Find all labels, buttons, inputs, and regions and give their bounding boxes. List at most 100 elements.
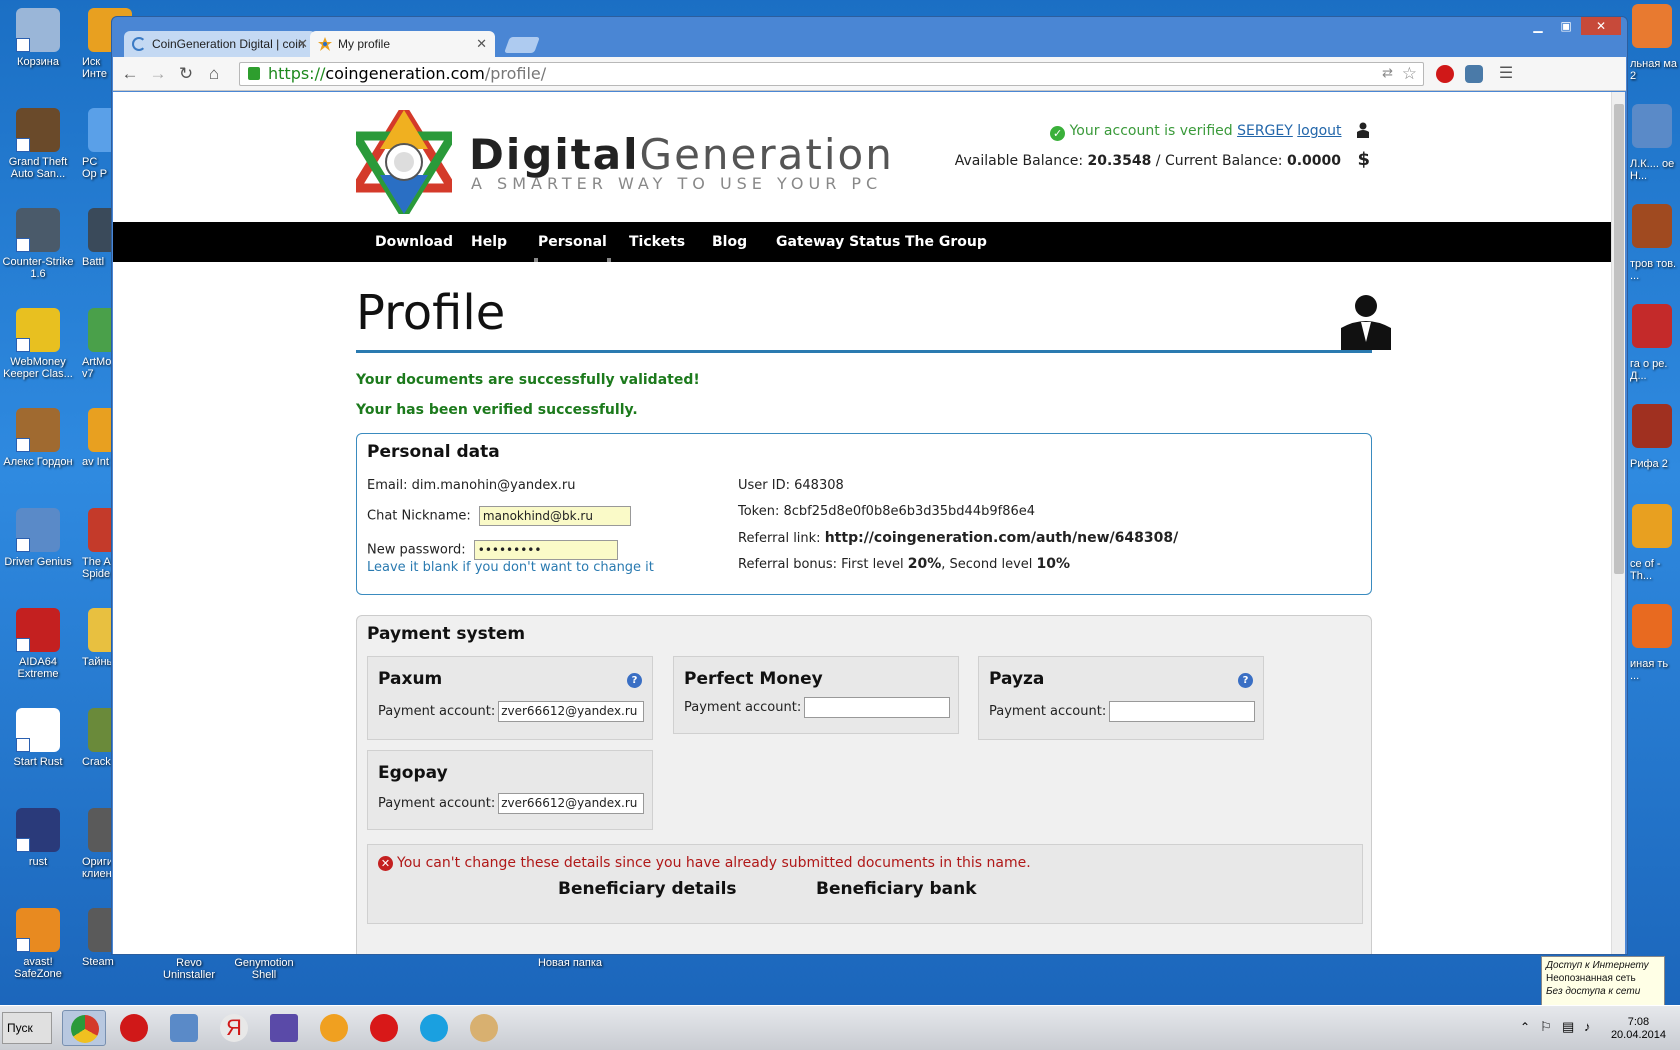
desktop-icon[interactable]: WebMoney Keeper Clas... [0,308,76,380]
paxum-box: Paxum ? Payment account: zver66612@yandex… [367,656,653,740]
desktop-app-icon[interactable] [1632,504,1672,548]
chat-nickname-input[interactable]: manokhind@bk.ru [478,506,631,526]
taskbar-app[interactable] [262,1010,306,1046]
nav-personal[interactable]: Personal [534,222,611,262]
lock-icon [248,67,260,80]
brand-tagline: A SMARTER WAY TO USE YOUR PC [471,174,883,193]
extension-icon[interactable] [1465,65,1483,83]
tray-expand-icon[interactable]: ⌃ [1520,1020,1530,1034]
taskbar-chrome[interactable] [62,1010,106,1046]
taskbar-mail[interactable] [312,1010,356,1046]
adblock-icon[interactable] [1436,65,1454,83]
desktop-icon[interactable]: rust [0,808,76,868]
desktop-icon[interactable]: Grand Theft Auto San... [0,108,76,180]
desktop-icon[interactable]: avast! SafeZone [0,908,76,980]
system-tray: ⌃ ⚐ ▤ ♪ 7:08 20.04.2014 [1500,1006,1680,1050]
taskbar-yandex[interactable]: Я [212,1010,256,1046]
close-tab-icon[interactable]: ✕ [297,31,308,57]
tab-coingeneration[interactable]: CoinGeneration Digital | coin ✕ [124,31,316,57]
desktop-icon[interactable]: AIDA64 Extreme [0,608,76,680]
nav-help[interactable]: Help [471,222,507,262]
close-button[interactable]: ✕ [1581,17,1621,35]
dollar-icon[interactable]: $ [1357,149,1370,170]
desktop-app-icon [16,708,60,752]
network-icon[interactable]: ▤ [1562,1019,1574,1035]
new-tab-button[interactable] [504,37,540,53]
desktop-icon-revo[interactable]: Revo Uninstaller [160,957,218,981]
taskbar-player[interactable] [162,1010,206,1046]
desktop-icon-new-folder[interactable]: Новая папка [530,957,610,969]
desktop-icon-label: Battl [82,256,105,268]
taskbar-paint[interactable] [462,1010,506,1046]
close-tab-icon[interactable]: ✕ [476,31,487,57]
perfect-money-account-input[interactable] [804,697,951,718]
egopay-box: Egopay Payment account: zver66612@yandex.… [367,750,653,830]
taskbar: Пуск Я ⌃ ⚐ ▤ ♪ 7:08 20.04.2014 [0,1005,1680,1050]
nav-download[interactable]: Download [375,222,453,262]
star-logo-icon [318,37,332,51]
translate-icon[interactable]: ⇄ [1382,63,1393,85]
nav-blog[interactable]: Blog [712,222,747,262]
desktop-icon-label: rust [28,856,48,868]
help-icon[interactable]: ? [627,673,642,688]
new-password-input[interactable]: ••••••••• [473,540,618,560]
username-link[interactable]: SERGEY [1237,123,1293,139]
yandex-browser-icon [370,1014,398,1042]
reload-icon[interactable]: ↻ [175,64,197,84]
menu-icon[interactable]: ☰ [1495,64,1517,84]
chrome-icon [71,1015,99,1043]
desktop-app-icon[interactable] [1632,604,1672,648]
bookmark-star-icon[interactable]: ☆ [1402,63,1417,85]
error-icon: ✕ [378,856,393,871]
nav-the-group[interactable]: The Group [905,222,987,262]
network-popup: Доступ к Интернету Неопознанная сеть Без… [1541,956,1665,1006]
desktop-app-icon[interactable] [1632,4,1672,48]
back-icon[interactable]: ← [119,64,141,84]
taskbar-skype[interactable] [412,1010,456,1046]
address-bar[interactable]: https://coingeneration.com/profile/ ⇄ ☆ [239,62,1424,86]
desktop-icon-label: ArtMo v7 [82,356,112,380]
token-value: 8cbf25d8e0f0b8e6b3d35bd44b9f86e4 [783,504,1036,519]
desktop-app-icon[interactable] [1632,404,1672,448]
desktop-icon-label: The A Spide [82,556,111,580]
scrollbar-thumb[interactable] [1614,104,1624,574]
egopay-account-input[interactable]: zver66612@yandex.ru [498,793,645,814]
logout-link[interactable]: logout [1297,123,1341,139]
user-icon [1357,122,1369,138]
home-icon[interactable]: ⌂ [203,64,225,84]
desktop-icon[interactable]: Корзина [0,8,76,68]
logo-star-icon [356,110,452,214]
desktop-icon[interactable]: Алекс Гордон [0,408,76,468]
maximize-button[interactable]: ▣ [1553,17,1579,35]
desktop-icon-genymotion[interactable]: Genymotion Shell [228,957,300,981]
minimize-button[interactable]: ▁ [1525,17,1551,35]
desktop-app-icon [16,208,60,252]
taskbar-yandex-browser[interactable] [362,1010,406,1046]
paxum-account-input[interactable]: zver66612@yandex.ru [498,701,645,722]
clock[interactable]: 7:08 20.04.2014 [1611,1016,1666,1042]
forward-icon[interactable]: → [147,64,169,84]
nav-gateway-status[interactable]: Gateway Status [776,222,900,262]
help-icon[interactable]: ? [1238,673,1253,688]
referral-link[interactable]: http://coingeneration.com/auth/new/64830… [825,530,1178,546]
verified-message: Your has been verified successfully. [356,402,638,418]
nav-tickets[interactable]: Tickets [629,222,685,262]
loading-icon [132,37,146,51]
desktop-icon[interactable]: Counter-Strike 1.6 [0,208,76,280]
desktop-app-icon [16,508,60,552]
flag-icon[interactable]: ⚐ [1540,1019,1552,1035]
desktop-icon[interactable]: Start Rust [0,708,76,768]
start-button[interactable]: Пуск [2,1012,52,1044]
tab-my-profile[interactable]: My profile ✕ [310,31,495,57]
desktop-app-icon[interactable] [1632,204,1672,248]
vertical-scrollbar[interactable] [1611,92,1625,954]
desktop-app-icon [16,408,60,452]
taskbar-opera[interactable] [112,1010,156,1046]
bowtie-icon [270,1014,298,1042]
volume-icon[interactable]: ♪ [1584,1019,1591,1034]
desktop-app-icon[interactable] [1632,104,1672,148]
desktop-icon[interactable]: Driver Genius [0,508,76,568]
desktop-app-icon[interactable] [1632,304,1672,348]
payza-account-input[interactable] [1109,701,1256,722]
desktop-icon-label: Counter-Strike 1.6 [2,256,74,280]
